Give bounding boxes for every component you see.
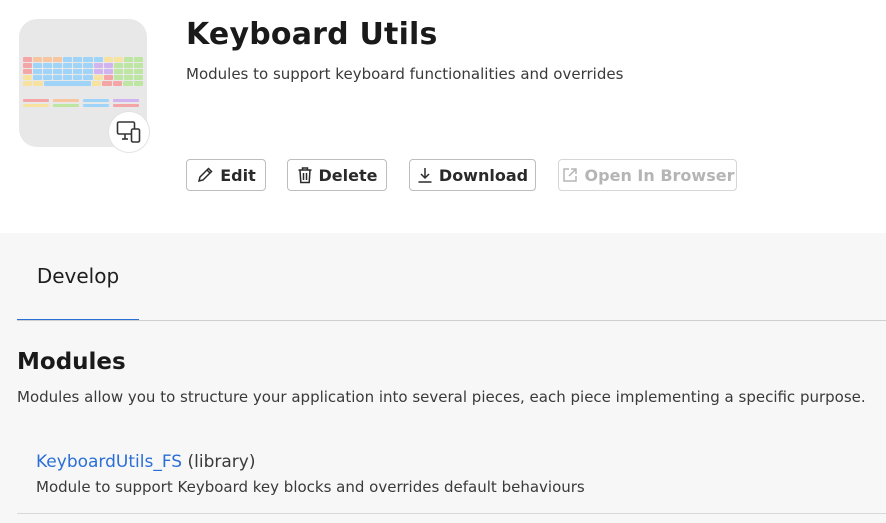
device-icon [109,112,149,152]
delete-button[interactable]: Delete [287,159,387,191]
module-type: (library) [187,452,256,472]
edit-button[interactable]: Edit [186,159,266,191]
app-subtitle: Modules to support keyboard functionalit… [186,65,624,83]
delete-button-label: Delete [318,165,378,185]
modules-section-description: Modules allow you to structure your appl… [17,388,866,406]
app-title: Keyboard Utils [186,17,438,52]
module-link[interactable]: KeyboardUtils_FS [36,452,182,472]
open-in-browser-label: Open In Browser [584,165,735,185]
keyboard-legend [23,99,143,107]
list-item: KeyboardUtils_FS (library) Module to sup… [17,443,886,514]
module-name-line: KeyboardUtils_FS (library) [36,452,255,472]
main-content: Develop Modules Modules allow you to str… [0,233,886,523]
edit-button-label: Edit [220,165,256,185]
tab-divider [17,320,886,321]
modules-section-title: Modules [17,349,126,375]
external-link-icon [562,168,577,182]
module-description: Module to support Keyboard key blocks an… [36,478,585,496]
download-icon [418,168,432,183]
open-in-browser-button[interactable]: Open In Browser [558,159,737,191]
pencil-icon [198,167,213,183]
app-icon [19,19,149,152]
app-header: Keyboard Utils Modules to support keyboa… [0,0,886,233]
download-button[interactable]: Download [409,159,536,191]
download-button-label: Download [438,165,529,185]
tab-develop[interactable]: Develop [17,233,139,321]
trash-icon [298,167,312,184]
